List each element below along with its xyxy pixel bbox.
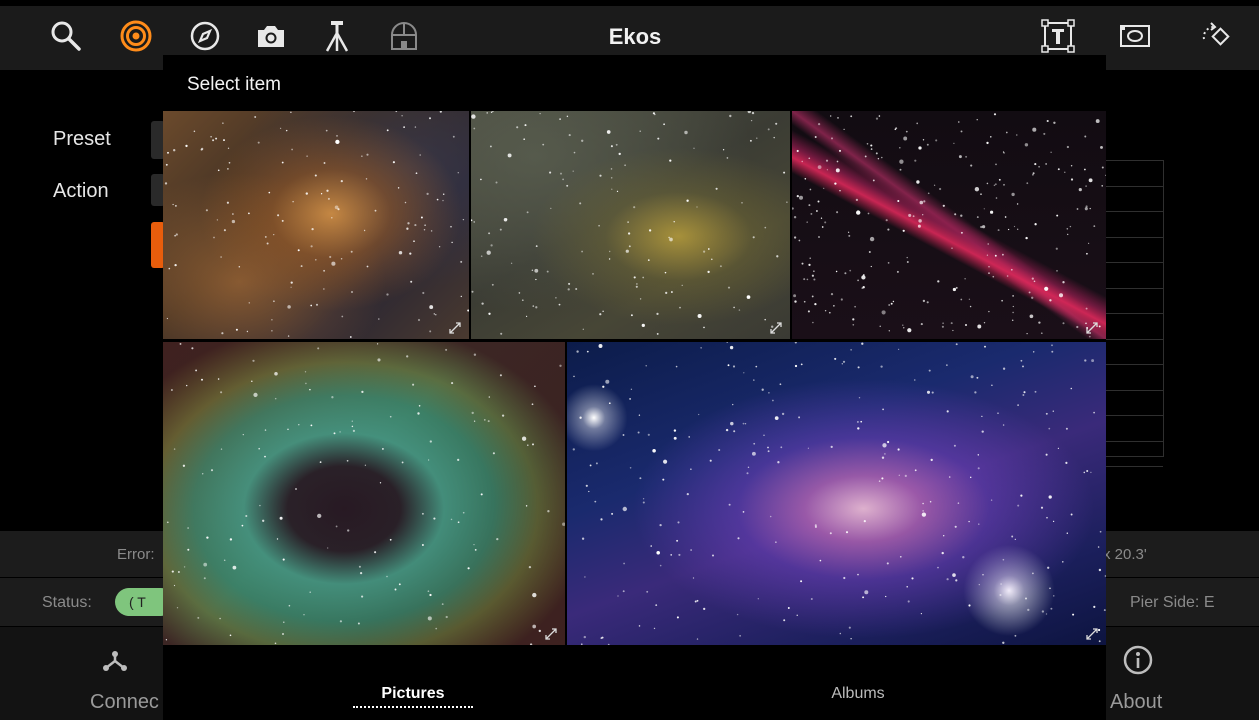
preset-label: Preset: [53, 128, 111, 150]
error-label: Error:: [117, 546, 155, 563]
expand-icon[interactable]: [449, 321, 461, 334]
pier-side: Pier Side: E: [1130, 594, 1215, 611]
info-icon[interactable]: [1122, 644, 1156, 678]
expand-icon[interactable]: [770, 321, 782, 334]
expand-icon[interactable]: [545, 627, 557, 640]
about-tab[interactable]: About: [1110, 691, 1162, 714]
star-field: [471, 111, 788, 335]
action-label: Action: [53, 180, 109, 202]
data-table: [1105, 160, 1164, 467]
target-icon[interactable]: [114, 14, 158, 58]
tab-pictures[interactable]: Pictures: [353, 685, 473, 708]
dialog-title: Select item: [187, 74, 281, 95]
error-value: x 20.3': [1103, 546, 1147, 563]
star-field: [572, 342, 1106, 645]
expand-icon[interactable]: [1086, 627, 1098, 640]
star-field: [165, 342, 565, 645]
gallery-image-1[interactable]: [163, 111, 469, 339]
star-field: [164, 111, 469, 338]
observatory-icon[interactable]: [382, 14, 426, 58]
star-field: [792, 113, 1106, 338]
gallery-image-3[interactable]: [792, 111, 1106, 339]
expand-icon[interactable]: [1086, 321, 1098, 334]
connect-tab[interactable]: Connec: [90, 691, 159, 714]
select-item-dialog: Select item Pictures Albums: [163, 55, 1106, 720]
status-label: Status:: [42, 594, 92, 611]
tripod-icon[interactable]: [315, 14, 359, 58]
app-title: Ekos: [608, 24, 662, 49]
connect-icon[interactable]: [100, 644, 140, 678]
tab-albums[interactable]: Albums: [803, 685, 913, 703]
compass-icon[interactable]: [183, 14, 227, 58]
gallery-image-4[interactable]: [163, 342, 565, 645]
camera-icon[interactable]: [249, 14, 293, 58]
gallery-image-5[interactable]: [567, 342, 1106, 645]
frame-icon[interactable]: [1113, 14, 1157, 58]
gallery-image-2[interactable]: [471, 111, 790, 339]
rotate-icon[interactable]: [1194, 14, 1238, 58]
text-box-icon[interactable]: [1036, 14, 1080, 58]
search-icon[interactable]: [44, 14, 88, 58]
